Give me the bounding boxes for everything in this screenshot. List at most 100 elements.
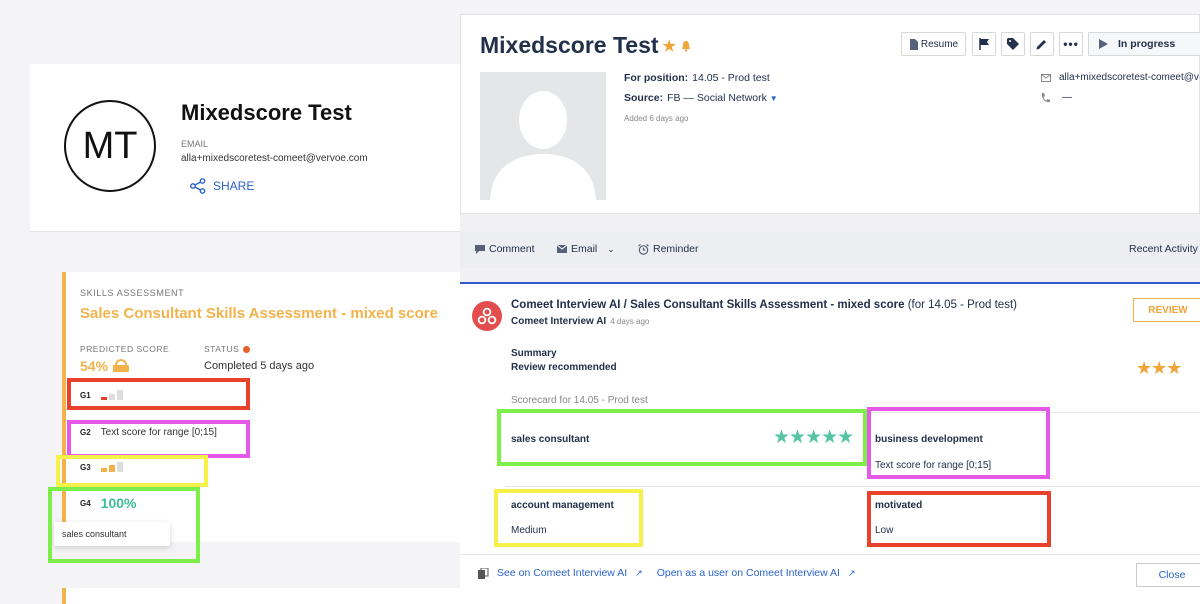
bell-icon[interactable]	[680, 40, 692, 52]
share-icon	[190, 178, 206, 194]
reminder-label: Reminder	[653, 243, 699, 255]
divider	[505, 412, 1200, 413]
candidate-name: Mixedscore Test ★	[480, 32, 692, 59]
scorecard-item-stars: ★★★★★	[773, 427, 854, 448]
summary-stars: ★★★	[1136, 358, 1182, 378]
assessment-title[interactable]: Sales Consultant Skills Assessment - mix…	[80, 305, 438, 322]
group-row-g2[interactable]: G2 Text score for range [0;15]	[80, 427, 217, 438]
group-row-g1[interactable]: G1	[80, 390, 123, 400]
added-time: Added 6 days ago	[624, 114, 689, 123]
contact-email-text[interactable]: alla+mixedscoretest-comeet@v	[1059, 72, 1199, 83]
recent-activity-label: Recent Activity	[1129, 243, 1198, 255]
source-info: Source: FB — Social Network ▼	[624, 92, 778, 104]
predicted-score-label: PREDICTED SCORE	[80, 344, 170, 354]
event-author: Comeet Interview AI	[511, 316, 607, 327]
group-id: G1	[80, 390, 91, 400]
person-silhouette-icon	[490, 91, 596, 200]
candidate-photo-placeholder	[480, 72, 606, 200]
predicted-score-value: 54%	[80, 358, 109, 374]
star-icon[interactable]: ★	[663, 37, 676, 55]
bar-meter	[100, 462, 123, 472]
email-button[interactable]: Email ⌄	[557, 243, 615, 255]
reminder-button[interactable]: Reminder	[638, 243, 699, 255]
share-label: SHARE	[213, 179, 255, 193]
bar	[116, 390, 123, 400]
document-icon	[909, 38, 918, 50]
contact-phone: —	[1041, 92, 1072, 103]
bar	[108, 394, 115, 400]
see-on-interview-ai-link[interactable]: See on Comeet Interview AI	[497, 567, 627, 579]
close-button[interactable]: Close	[1136, 563, 1200, 587]
tag-button[interactable]	[1001, 32, 1025, 56]
event-title-rest: (for 14.05 - Prod test)	[907, 299, 1017, 311]
flag-icon	[978, 38, 989, 50]
bar	[108, 465, 115, 472]
status-dropdown[interactable]: In progress	[1088, 32, 1200, 56]
contact-email: alla+mixedscoretest-comeet@v	[1041, 72, 1199, 83]
ellipsis-icon: •••	[1063, 37, 1079, 51]
review-badge[interactable]: REVIEW	[1133, 298, 1200, 322]
avatar: MT	[64, 100, 156, 192]
bar-meter	[100, 390, 123, 400]
group-id: G2	[80, 428, 91, 437]
bar	[100, 397, 107, 400]
resume-label: Resume	[920, 38, 959, 50]
status-label-text: STATUS	[204, 344, 240, 354]
card-links: See on Comeet Interview AI ↗ Open as a u…	[478, 567, 856, 579]
resume-button[interactable]: Resume	[901, 32, 966, 56]
external-link-icon: ↗	[847, 567, 856, 578]
tag-icon	[1007, 38, 1019, 50]
interview-ai-event-card: Comeet Interview AI / Sales Consultant S…	[460, 284, 1200, 604]
status-label: STATUS	[204, 344, 251, 354]
candidate-name: Mixedscore Test	[181, 100, 352, 125]
share-button[interactable]: SHARE	[190, 178, 254, 194]
source-value[interactable]: FB — Social Network	[667, 92, 767, 104]
vervoe-panel: MT Mixedscore Test EMAIL alla+mixedscore…	[0, 0, 470, 604]
action-bar: Comment Email ⌄ Reminder Recent Activity	[460, 232, 1200, 268]
recent-activity-button[interactable]: Recent Activity	[1129, 243, 1198, 255]
group-row-g3[interactable]: G3	[80, 462, 123, 472]
comeet-logo-icon	[472, 301, 502, 331]
external-link-icon: ↗	[635, 567, 643, 578]
scorecard-item-value: Medium	[511, 525, 547, 536]
group-id: G3	[80, 462, 91, 472]
event-subtitle: Comeet Interview AI 4 days ago	[511, 316, 649, 327]
source-label: Source:	[624, 92, 664, 104]
event-title: Comeet Interview AI / Sales Consultant S…	[511, 299, 1017, 311]
alarm-clock-icon	[638, 243, 649, 255]
candidate-profile-header: Mixedscore Test ★ Resume ••• In progress	[460, 14, 1200, 214]
email-label: EMAIL	[181, 139, 209, 149]
email-label: Email	[571, 243, 598, 255]
scale-icon	[113, 359, 130, 372]
divider	[505, 486, 1200, 487]
more-button[interactable]: •••	[1059, 32, 1083, 56]
summary-label: Summary	[511, 348, 557, 359]
comment-button[interactable]: Comment	[475, 243, 535, 255]
comment-icon	[475, 245, 485, 254]
position-value[interactable]: 14.05 - Prod test	[692, 72, 770, 84]
candidate-header-card: MT Mixedscore Test EMAIL alla+mixedscore…	[30, 64, 470, 232]
copy-icon[interactable]	[478, 567, 489, 579]
flag-button[interactable]	[972, 32, 996, 56]
group-row-g4[interactable]: G4 100%	[80, 495, 136, 511]
assessment-kicker: SKILLS ASSESSMENT	[80, 288, 185, 298]
edit-button[interactable]	[1030, 32, 1054, 56]
chevron-down-icon: ⌄	[607, 243, 615, 254]
scorecard-item-label: business development	[875, 434, 983, 445]
status-label: In progress	[1118, 38, 1176, 50]
status-value: Completed 5 days ago	[204, 360, 315, 372]
next-assessment-card	[62, 588, 460, 604]
contact-phone-text: —	[1062, 92, 1072, 103]
status-dot	[243, 345, 251, 353]
position-label: For position:	[624, 72, 689, 84]
candidate-name-text: Mixedscore Test	[480, 32, 659, 58]
scorecard-item-value: Low	[875, 525, 894, 536]
caret-down-icon[interactable]: ▼	[770, 94, 778, 103]
scorecard-item-label: account management	[511, 500, 614, 511]
open-as-user-link[interactable]: Open as a user on Comeet Interview AI	[657, 567, 840, 579]
bar	[100, 468, 107, 472]
scorecard-item-label: sales consultant	[511, 434, 590, 445]
candidate-email: alla+mixedscoretest-comeet@vervoe.com	[181, 153, 368, 164]
envelope-icon	[557, 245, 567, 253]
comeet-panel: Mixedscore Test ★ Resume ••• In progress	[460, 14, 1200, 604]
